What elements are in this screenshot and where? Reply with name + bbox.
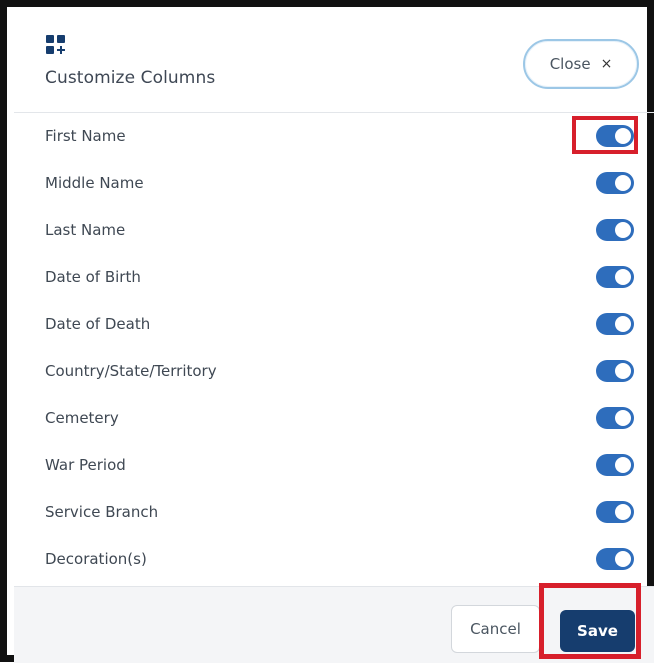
- toggle-knob: [615, 409, 631, 426]
- column-row-cemetery: Cemetery: [14, 394, 654, 441]
- toggle-knob: [615, 362, 631, 379]
- toggle-knob: [615, 127, 631, 144]
- column-row-decorations: Decoration(s): [14, 535, 654, 582]
- column-label: War Period: [45, 455, 126, 474]
- close-button-label: Close: [549, 55, 591, 73]
- column-label: Decoration(s): [45, 549, 147, 568]
- column-label: Last Name: [45, 220, 126, 239]
- column-row-middle-name: Middle Name: [14, 159, 654, 206]
- column-row-service-branch: Service Branch: [14, 488, 654, 535]
- date-of-death-toggle[interactable]: [596, 312, 634, 335]
- toggle-knob: [615, 315, 631, 332]
- column-label: Cemetery: [45, 408, 119, 427]
- column-label: Date of Birth: [45, 267, 141, 286]
- toggle-knob: [615, 174, 631, 191]
- column-row-first-name: First Name: [14, 112, 654, 159]
- toggle-knob: [615, 503, 631, 520]
- column-row-country-state-territory: Country/State/Territory: [14, 347, 654, 394]
- country-state-territory-toggle[interactable]: [596, 359, 634, 382]
- customize-columns-dialog: Customize Columns Close × First Name Mid…: [0, 0, 654, 663]
- first-name-toggle[interactable]: [596, 124, 634, 147]
- grid-plus-icon: [46, 35, 65, 54]
- column-label: Date of Death: [45, 314, 151, 333]
- middle-name-toggle[interactable]: [596, 171, 634, 194]
- toggle-knob: [615, 268, 631, 285]
- war-period-toggle[interactable]: [596, 453, 634, 476]
- cancel-button[interactable]: Cancel: [451, 605, 540, 653]
- last-name-toggle[interactable]: [596, 218, 634, 241]
- toggle-knob: [615, 550, 631, 567]
- column-label: Service Branch: [45, 502, 159, 521]
- toggle-knob: [615, 456, 631, 473]
- service-branch-toggle[interactable]: [596, 500, 634, 523]
- column-row-date-of-birth: Date of Birth: [14, 253, 654, 300]
- close-icon: ×: [600, 56, 613, 72]
- column-row-date-of-death: Date of Death: [14, 300, 654, 347]
- column-row-war-period: War Period: [14, 441, 654, 488]
- dialog-title: Customize Columns: [45, 68, 216, 88]
- close-button[interactable]: Close ×: [523, 39, 639, 89]
- dialog-footer: Cancel Save: [14, 586, 654, 663]
- date-of-birth-toggle[interactable]: [596, 265, 634, 288]
- save-button[interactable]: Save: [560, 610, 635, 652]
- decorations-toggle[interactable]: [596, 547, 634, 570]
- cemetery-toggle[interactable]: [596, 406, 634, 429]
- column-row-last-name: Last Name: [14, 206, 654, 253]
- column-label: Country/State/Territory: [45, 361, 217, 380]
- toggle-knob: [615, 221, 631, 238]
- column-label: Middle Name: [45, 173, 144, 192]
- column-label: First Name: [45, 126, 126, 145]
- dialog-header: Customize Columns Close ×: [14, 14, 654, 113]
